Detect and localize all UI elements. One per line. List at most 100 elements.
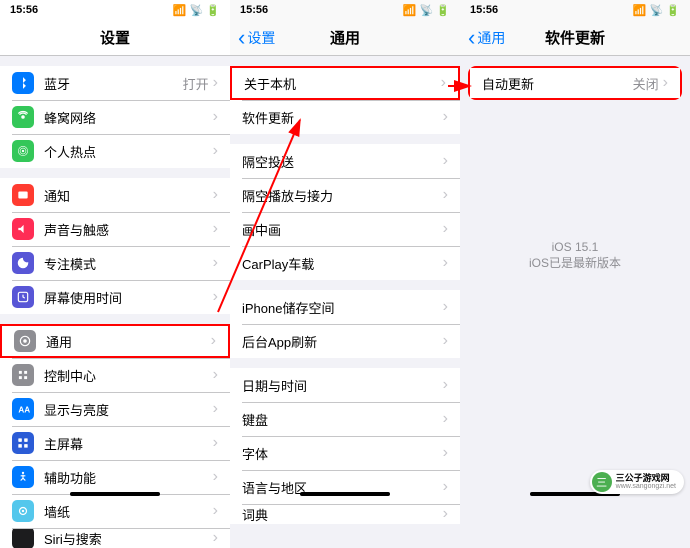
row-label: 通知 xyxy=(44,186,213,205)
settings-row[interactable]: 控制中心› xyxy=(0,358,230,392)
settings-row[interactable]: AA显示与亮度› xyxy=(0,392,230,426)
settings-row[interactable]: 语言与地区› xyxy=(230,470,460,504)
row-label: CarPlay车载 xyxy=(242,254,443,273)
chevron-icon: › xyxy=(443,410,448,428)
chevron-icon: › xyxy=(443,108,448,126)
update-list[interactable]: 自动更新关闭› xyxy=(460,56,690,110)
back-button[interactable]: 设置 xyxy=(238,25,275,51)
status-bar: 15:56 📶 📡 🔋 xyxy=(0,0,230,20)
settings-row[interactable]: 辅助功能› xyxy=(0,460,230,494)
bluetooth-icon xyxy=(12,72,34,94)
chevron-icon: › xyxy=(443,186,448,204)
chevron-icon: › xyxy=(213,502,218,520)
general-screen: 15:56 📶 📡 🔋 设置 通用 关于本机›软件更新›隔空投送›隔空播放与接力… xyxy=(230,0,460,500)
chevron-icon: › xyxy=(443,478,448,496)
chevron-icon: › xyxy=(443,505,448,523)
settings-row[interactable]: 蜂窝网络› xyxy=(0,100,230,134)
update-status: iOS 15.1 iOS已是最新版本 xyxy=(460,240,690,271)
ios-version: iOS 15.1 xyxy=(460,240,690,254)
settings-row[interactable]: 字体› xyxy=(230,436,460,470)
signal-icon: 📶 xyxy=(403,4,417,17)
settings-row[interactable]: CarPlay车载› xyxy=(230,246,460,280)
battery-icon: 🔋 xyxy=(666,4,680,17)
settings-row[interactable]: 隔空投送› xyxy=(230,144,460,178)
settings-row[interactable]: 个人热点› xyxy=(0,134,230,168)
chevron-icon: › xyxy=(213,74,218,92)
update-message: iOS已是最新版本 xyxy=(460,254,690,271)
home-indicator[interactable] xyxy=(70,492,160,496)
status-time: 15:56 xyxy=(470,4,498,16)
watermark-url: www.sangongzi.net xyxy=(616,483,676,490)
settings-group: 自动更新关闭› xyxy=(468,66,682,100)
settings-row[interactable]: 软件更新› xyxy=(230,100,460,134)
settings-row[interactable]: 屏幕使用时间› xyxy=(0,280,230,314)
status-icons: 📶 📡 🔋 xyxy=(403,4,450,17)
cellular-icon xyxy=(12,106,34,128)
status-time: 15:56 xyxy=(10,4,38,16)
row-value: 关闭 xyxy=(633,74,659,93)
back-button[interactable]: 通用 xyxy=(468,25,505,51)
status-bar: 15:56 📶 📡 🔋 xyxy=(230,0,460,20)
chevron-icon: › xyxy=(443,254,448,272)
status-bar: 15:56 📶 📡 🔋 xyxy=(460,0,690,20)
row-label: 专注模式 xyxy=(44,254,213,273)
battery-icon: 🔋 xyxy=(206,4,220,17)
wifi-icon: 📡 xyxy=(190,4,204,17)
control-icon xyxy=(12,364,34,386)
row-label: 墙纸 xyxy=(44,502,213,521)
settings-row[interactable]: 关于本机› xyxy=(230,66,460,100)
signal-icon: 📶 xyxy=(633,4,647,17)
chevron-icon: › xyxy=(213,529,218,547)
chevron-icon: › xyxy=(213,288,218,306)
row-label: 隔空投送 xyxy=(242,152,443,171)
focus-icon xyxy=(12,252,34,274)
siri-icon xyxy=(12,528,34,548)
settings-row[interactable]: 后台App刷新› xyxy=(230,324,460,358)
home-indicator[interactable] xyxy=(300,492,390,496)
row-label: 屏幕使用时间 xyxy=(44,288,213,307)
chevron-icon: › xyxy=(443,444,448,462)
chevron-icon: › xyxy=(441,74,446,92)
row-label: 字体 xyxy=(242,444,443,463)
settings-row[interactable]: 键盘› xyxy=(230,402,460,436)
settings-list[interactable]: 蓝牙打开›蜂窝网络›个人热点›通知›声音与触感›专注模式›屏幕使用时间›通用›控… xyxy=(0,56,230,548)
accessibility-icon xyxy=(12,466,34,488)
settings-row[interactable]: iPhone储存空间› xyxy=(230,290,460,324)
settings-row[interactable]: 声音与触感› xyxy=(0,212,230,246)
watermark-icon: 三 xyxy=(592,472,612,492)
chevron-icon: › xyxy=(213,366,218,384)
settings-row[interactable]: 墙纸› xyxy=(0,494,230,528)
chevron-icon: › xyxy=(213,186,218,204)
hotspot-icon xyxy=(12,140,34,162)
settings-row[interactable]: 自动更新关闭› xyxy=(468,66,682,100)
row-label: 隔空播放与接力 xyxy=(242,186,443,205)
row-label: 键盘 xyxy=(242,410,443,429)
general-list[interactable]: 关于本机›软件更新›隔空投送›隔空播放与接力›画中画›CarPlay车载›iPh… xyxy=(230,56,460,524)
settings-screen: 15:56 📶 📡 🔋 设置 蓝牙打开›蜂窝网络›个人热点›通知›声音与触感›专… xyxy=(0,0,230,500)
row-label: 画中画 xyxy=(242,220,443,239)
settings-row[interactable]: 通用› xyxy=(0,324,230,358)
settings-group: iPhone储存空间›后台App刷新› xyxy=(230,290,460,358)
settings-row[interactable]: 专注模式› xyxy=(0,246,230,280)
settings-row[interactable]: 隔空播放与接力› xyxy=(230,178,460,212)
settings-row[interactable]: 通知› xyxy=(0,178,230,212)
row-label: 辅助功能 xyxy=(44,468,213,487)
settings-group: 通用›控制中心›AA显示与亮度›主屏幕›辅助功能›墙纸›Siri与搜索› xyxy=(0,324,230,548)
settings-row[interactable]: Siri与搜索› xyxy=(0,528,230,548)
settings-row[interactable]: 日期与时间› xyxy=(230,368,460,402)
nav-bar: 设置 通用 xyxy=(230,20,460,56)
chevron-icon: › xyxy=(213,108,218,126)
chevron-icon: › xyxy=(213,254,218,272)
sound-icon xyxy=(12,218,34,240)
chevron-icon: › xyxy=(213,468,218,486)
page-title: 通用 xyxy=(330,27,360,48)
settings-row[interactable]: 蓝牙打开› xyxy=(0,66,230,100)
row-label: iPhone储存空间 xyxy=(242,298,443,317)
row-label: Siri与搜索 xyxy=(44,529,213,548)
battery-icon: 🔋 xyxy=(436,4,450,17)
chevron-icon: › xyxy=(213,142,218,160)
settings-row[interactable]: 主屏幕› xyxy=(0,426,230,460)
settings-row[interactable]: 词典› xyxy=(230,504,460,524)
settings-row[interactable]: 画中画› xyxy=(230,212,460,246)
page-title: 软件更新 xyxy=(545,27,605,48)
